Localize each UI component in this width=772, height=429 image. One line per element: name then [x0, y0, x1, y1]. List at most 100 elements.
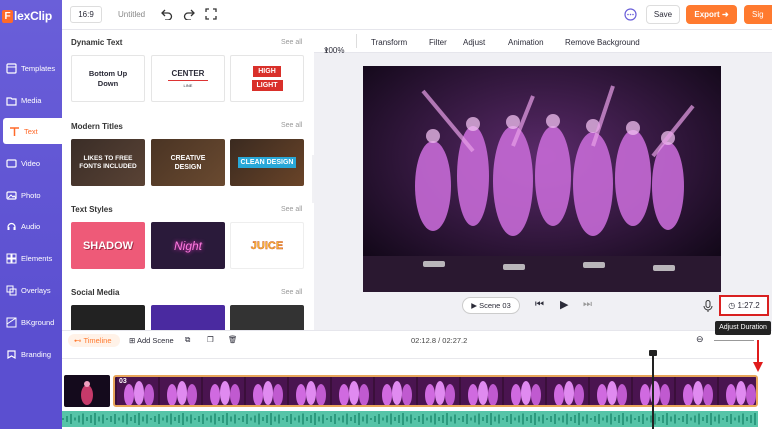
- microphone-icon[interactable]: [703, 300, 713, 312]
- fullscreen-icon[interactable]: [205, 8, 217, 20]
- playhead-handle[interactable]: [649, 350, 657, 356]
- scene-03-clip[interactable]: 03: [113, 375, 758, 407]
- text-template[interactable]: CENTER LINE: [151, 55, 225, 102]
- play-icon[interactable]: ▶: [560, 298, 568, 311]
- sidebar-item-label: Templates: [21, 63, 56, 73]
- see-all-link[interactable]: See all: [281, 289, 302, 296]
- scene-label: Scene 03: [479, 301, 511, 310]
- trash-icon[interactable]: 🗑: [228, 335, 238, 344]
- text-template[interactable]: Bottom Up Down: [71, 55, 145, 102]
- remove-background-button[interactable]: Remove Background: [565, 38, 640, 47]
- aspect-ratio-button[interactable]: 16:9: [70, 6, 102, 23]
- chat-icon[interactable]: [624, 8, 637, 21]
- text-template[interactable]: HIGH LIGHT: [230, 55, 304, 102]
- playhead[interactable]: [649, 350, 657, 429]
- sidebar-item-photo[interactable]: Photo: [0, 182, 62, 208]
- social-template[interactable]: [71, 305, 145, 330]
- zoom-out-icon[interactable]: ⊖: [696, 334, 704, 345]
- sidebar-item-video[interactable]: Video: [0, 150, 62, 176]
- editor-area: 100% ˅ Transform Filter Adjust Animation…: [314, 30, 772, 330]
- timeline-toggle[interactable]: ⊷ Timeline: [68, 334, 120, 347]
- dancers-photo: [363, 66, 721, 292]
- top-bar: 16:9 Untitled Save Export ➜ Sig: [62, 0, 772, 30]
- text-template[interactable]: Night: [151, 222, 225, 269]
- template-text: HIGH: [253, 66, 281, 77]
- transform-button[interactable]: Transform: [371, 38, 407, 47]
- background-icon: [5, 316, 17, 328]
- template-text: CENTER: [171, 69, 205, 78]
- sign-in-button[interactable]: Sig: [744, 5, 772, 24]
- previous-icon[interactable]: ⏮: [535, 299, 544, 310]
- branding-icon: [5, 348, 17, 360]
- scene-selector[interactable]: ▶ Scene 03: [462, 297, 520, 314]
- sidebar: F lexClip Templates Media Text Video Pho…: [0, 0, 62, 330]
- sidebar-item-audio[interactable]: Audio: [0, 213, 62, 239]
- sidebar-item-branding[interactable]: Branding: [0, 341, 62, 367]
- copy-icon[interactable]: ❐: [207, 335, 214, 344]
- text-template[interactable]: LIKES TO FREE FONTS INCLUDED: [71, 139, 145, 186]
- sidebar-item-elements[interactable]: Elements: [0, 245, 62, 271]
- see-all-link[interactable]: See all: [281, 39, 302, 46]
- text-template[interactable]: CLEAN DESIGN: [230, 139, 304, 186]
- animation-button[interactable]: Animation: [508, 38, 544, 47]
- zoom-slider[interactable]: [714, 340, 754, 341]
- sidebar-item-label: Elements: [21, 253, 53, 263]
- see-all-link[interactable]: See all: [281, 122, 302, 129]
- templates-icon: [5, 62, 17, 74]
- section-title: Dynamic Text: [71, 38, 123, 47]
- sidebar-item-media[interactable]: Media: [0, 87, 62, 113]
- arrow-right-icon: ➜: [721, 10, 729, 19]
- duration-value: 1:27.2: [737, 301, 760, 310]
- text-template[interactable]: CREATIVE DESIGN: [151, 139, 225, 186]
- clip-frames: [117, 377, 756, 405]
- template-text: LIGHT: [251, 80, 283, 91]
- template-text: LINE: [183, 83, 193, 88]
- adjust-duration-button[interactable]: ◷ 1:27.2: [719, 295, 769, 316]
- flexclip-logo[interactable]: F lexClip: [2, 8, 62, 24]
- logo-mark: F: [2, 9, 13, 23]
- previous-scene-thumb[interactable]: [64, 375, 110, 407]
- template-text: SHADOW: [82, 239, 134, 252]
- scene-thumb-image: [81, 381, 93, 405]
- edit-toolbar: 100% ˅ Transform Filter Adjust Animation…: [314, 30, 772, 55]
- divider: [168, 80, 208, 81]
- social-template[interactable]: [151, 305, 225, 330]
- filter-button[interactable]: Filter: [429, 38, 447, 47]
- audio-icon: [5, 220, 17, 232]
- sidebar-lower: Branding: [0, 330, 62, 429]
- scene-number: 03: [119, 378, 127, 385]
- annotation-arrow: [753, 340, 763, 372]
- template-text: Night: [173, 238, 202, 253]
- adjust-button[interactable]: Adjust: [463, 38, 485, 47]
- section-title: Modern Titles: [71, 122, 123, 131]
- sidebar-item-text[interactable]: Text: [3, 118, 62, 144]
- sidebar-item-overlays[interactable]: Overlays: [0, 277, 62, 303]
- undo-icon[interactable]: [161, 8, 173, 20]
- text-template[interactable]: SHADOW: [71, 222, 145, 269]
- sidebar-item-label: Audio: [21, 221, 41, 231]
- export-label: Export: [694, 10, 720, 19]
- export-button[interactable]: Export ➜: [686, 5, 737, 24]
- template-text: Bottom Up Down: [88, 68, 128, 88]
- elements-icon: [5, 252, 17, 264]
- flexclip-editor: F lexClip Templates Media Text Video Pho…: [0, 0, 772, 429]
- sidebar-item-label: Video: [21, 158, 41, 168]
- save-button[interactable]: Save: [646, 5, 680, 24]
- video-icon: [5, 157, 17, 169]
- see-all-link[interactable]: See all: [281, 206, 302, 213]
- redo-icon[interactable]: [183, 8, 195, 20]
- split-icon[interactable]: ⧉: [185, 335, 190, 345]
- text-icon: [8, 125, 20, 137]
- template-text: JUICE: [250, 239, 284, 252]
- timeline-label: Timeline: [83, 336, 112, 345]
- photo-icon: [5, 189, 17, 201]
- social-template[interactable]: [230, 305, 304, 330]
- text-template[interactable]: JUICE: [230, 222, 304, 269]
- video-canvas[interactable]: [363, 66, 721, 292]
- tooltip: Adjust Duration: [715, 321, 771, 335]
- sidebar-item-templates[interactable]: Templates: [0, 55, 62, 81]
- next-icon[interactable]: ⏭: [583, 299, 592, 310]
- project-title[interactable]: Untitled: [118, 10, 145, 19]
- template-text: CLEAN DESIGN: [237, 157, 297, 168]
- add-scene-button[interactable]: ⊞ Add Scene: [129, 336, 174, 345]
